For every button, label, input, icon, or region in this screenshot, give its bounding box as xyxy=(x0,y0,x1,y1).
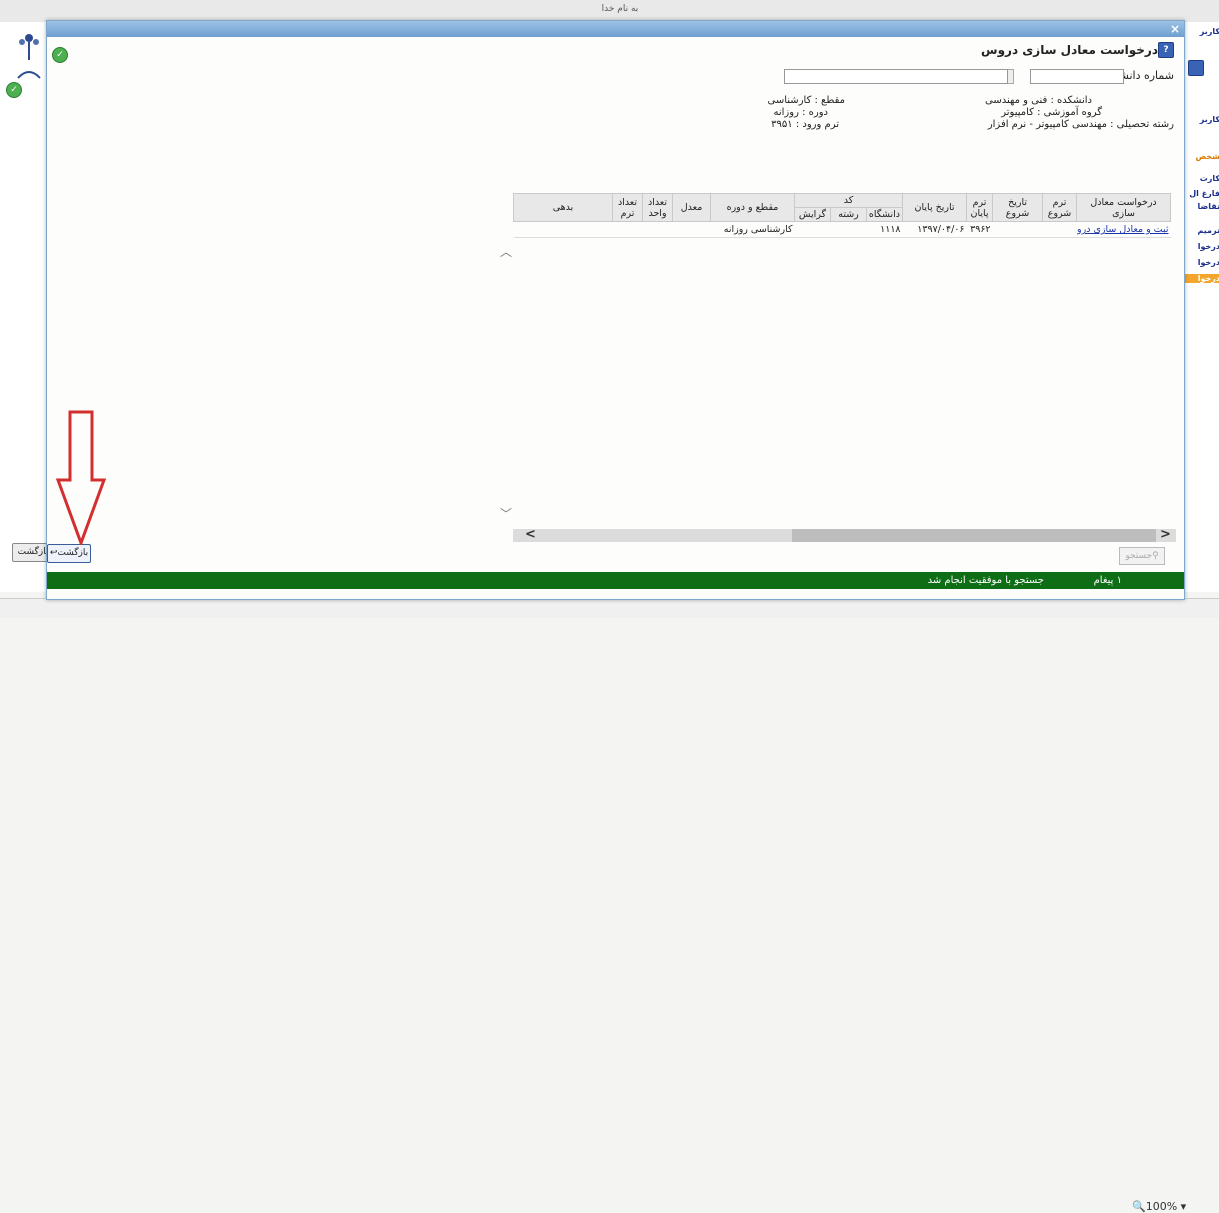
zoom-icon: 🔍 xyxy=(1132,1200,1146,1213)
right-menu-item[interactable]: کاربر xyxy=(1184,27,1219,36)
equivalence-dialog: × ✓ ? درخواست معادل سازی دروس شماره دانش… xyxy=(46,20,1185,600)
right-menu-item[interactable]: فارغ ال xyxy=(1184,189,1219,198)
requests-table: درخواست معادل سازی ترم شروع تاریخ شروع ت… xyxy=(513,193,1172,533)
col-end-date[interactable]: تاریخ پایان xyxy=(902,193,968,222)
binoculars-icon: ⚲ xyxy=(1152,551,1159,561)
right-menu-item[interactable]: درخوا xyxy=(1184,242,1219,251)
col-code-group: کد xyxy=(793,193,904,208)
horizontal-scroll-thumb[interactable] xyxy=(792,529,1156,542)
check-icon: ✓ xyxy=(6,82,22,98)
cell-branch xyxy=(794,221,831,238)
scroll-up-icon[interactable]: ︿ xyxy=(499,243,513,260)
col-degree-course[interactable]: مقطع و دوره xyxy=(710,193,795,222)
scroll-left-icon[interactable]: < xyxy=(525,527,536,542)
cell-field xyxy=(830,221,867,238)
student-name-field[interactable] xyxy=(784,69,1008,84)
cell-start-date xyxy=(992,221,1043,238)
col-end-term[interactable]: ترم پایان xyxy=(966,193,994,222)
bismillah-header: به نام خدا xyxy=(601,4,639,14)
col-request[interactable]: درخواست معادل سازی xyxy=(1076,193,1172,222)
right-menu-item[interactable]: ترمیم xyxy=(1184,226,1219,235)
group-info: گروه آموزشی : کامپیوتر xyxy=(1001,107,1102,118)
back-label: بازگشت xyxy=(57,548,89,558)
col-start-date[interactable]: تاریخ شروع xyxy=(992,193,1044,222)
col-terms[interactable]: تعداد ترم xyxy=(612,193,643,222)
status-message: جستجو با موفقیت انجام شد xyxy=(927,575,1044,586)
right-side-menu: کاربر کاربر شخص کارت فارغ ال تقاضا ترمیم… xyxy=(1183,22,1219,592)
zoom-value: 100% xyxy=(1145,1200,1178,1213)
cell-units xyxy=(642,221,673,238)
major-info: رشته تحصیلی : مهندسی کامپیوتر - نرم افزا… xyxy=(987,119,1174,130)
check-icon: ✓ xyxy=(52,47,68,63)
col-university[interactable]: دانشگاه xyxy=(866,207,904,222)
cell-start-term xyxy=(1042,221,1077,238)
dialog-titlebar: × xyxy=(47,21,1184,37)
request-link[interactable]: ثبت و معادل سازی دروس xyxy=(1076,221,1171,238)
cell-university: ۱۱۱۸ xyxy=(866,221,903,238)
status-bar: ۱ پیغام جستجو با موفقیت انجام شد xyxy=(47,572,1184,589)
degree-info: مقطع : کارشناسی xyxy=(767,95,845,106)
table-row[interactable]: ثبت و معادل سازی دروس ۳۹۶۲ ۱۳۹۷/۰۴/۰۶ ۱۱… xyxy=(513,221,1171,238)
right-menu-item[interactable]: تقاضا xyxy=(1184,202,1219,211)
message-count: ۱ پیغام xyxy=(1093,575,1122,586)
cell-end-term: ۳۹۶۲ xyxy=(966,221,993,238)
right-menu-item[interactable]: درخوا xyxy=(1184,258,1219,267)
course-info: دوره : روزانه xyxy=(773,107,829,118)
browser-status-bar: 🔍100% ▾ xyxy=(0,598,1219,1213)
help-icon-bg[interactable] xyxy=(1188,60,1204,76)
col-branch[interactable]: گرایش xyxy=(793,207,832,222)
college-info: دانشکده : فنی و مهندسی xyxy=(985,95,1092,106)
right-menu-item[interactable]: کاربر xyxy=(1184,115,1219,124)
search-button[interactable]: ⚲جستجو xyxy=(1119,547,1165,565)
back-button[interactable]: ↩بازگشت xyxy=(47,544,91,563)
right-menu-item[interactable]: کارت xyxy=(1184,174,1219,183)
left-panel: ✓ xyxy=(0,22,47,592)
scroll-right-icon[interactable]: > xyxy=(1160,527,1171,542)
student-number-input[interactable] xyxy=(1030,69,1124,84)
zoom-level[interactable]: 🔍100% ▾ xyxy=(1132,1200,1186,1213)
cell-debt xyxy=(513,221,613,238)
cell-terms xyxy=(612,221,643,238)
help-icon[interactable]: ? xyxy=(1158,42,1174,58)
cell-degree-course: کارشناسی روزانه xyxy=(710,221,795,238)
col-gpa[interactable]: معدل xyxy=(672,193,711,222)
red-arrow-annotation xyxy=(56,410,106,545)
col-start-term[interactable]: ترم شروع xyxy=(1042,193,1078,222)
cell-end-date: ۱۳۹۷/۰۴/۰۶ xyxy=(902,221,967,238)
col-units[interactable]: تعداد واحد xyxy=(642,193,673,222)
close-icon[interactable]: × xyxy=(1170,21,1180,37)
cell-gpa xyxy=(672,221,711,238)
col-debt[interactable]: بدهی xyxy=(513,193,613,222)
form-title: درخواست معادل سازی دروس xyxy=(981,43,1158,57)
vertical-scrollbar[interactable]: ︿ ﹀ xyxy=(499,243,513,533)
scroll-down-icon[interactable]: ﹀ xyxy=(499,505,513,522)
entry-term-info: ترم ورود : ۳۹۵۱ xyxy=(771,119,839,130)
search-label: جستجو xyxy=(1125,551,1153,561)
col-field[interactable]: رشته xyxy=(830,207,868,222)
right-menu-item[interactable]: شخص xyxy=(1184,152,1219,161)
right-menu-item[interactable]: درخوا xyxy=(1184,274,1219,283)
